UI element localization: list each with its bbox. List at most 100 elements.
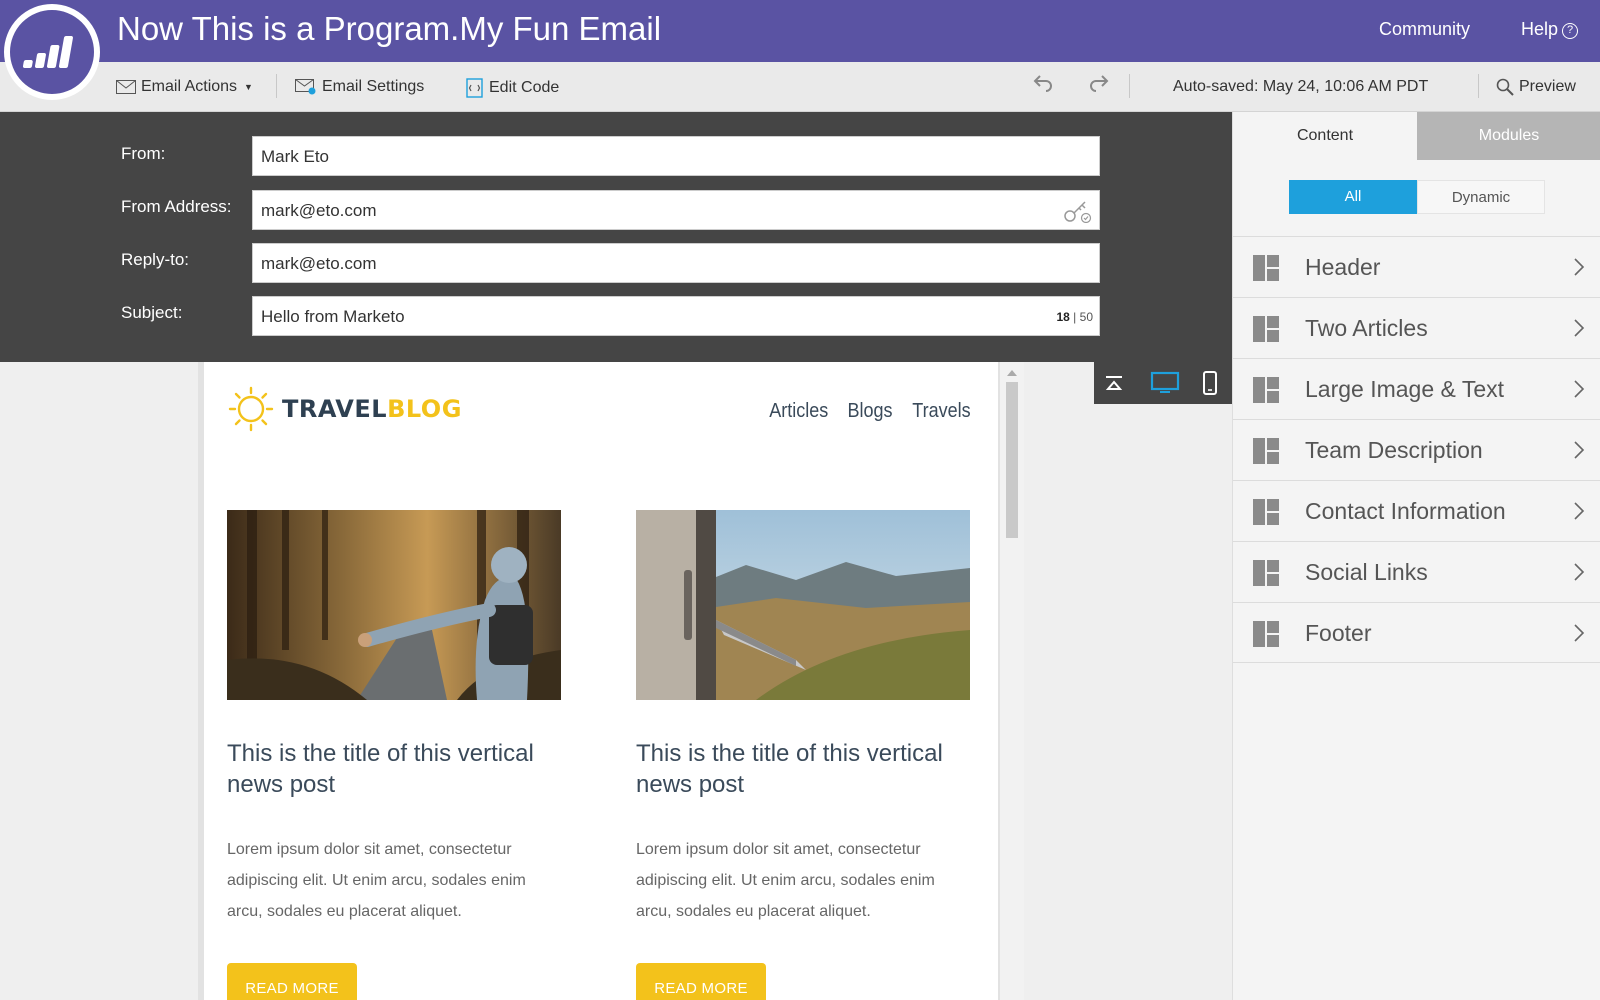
device-toggle-bar — [1094, 362, 1232, 404]
chevron-right-icon — [1574, 258, 1585, 276]
reply-to-field[interactable]: mark@eto.com — [252, 243, 1100, 283]
article-image-train[interactable] — [636, 510, 970, 700]
autosave-status: Auto-saved: May 24, 10:06 AM PDT — [1173, 78, 1429, 95]
preview-label: Preview — [1519, 78, 1576, 95]
toolbar-divider — [1129, 74, 1130, 98]
module-label: Contact Information — [1305, 498, 1506, 524]
brand-blog: BLOG — [387, 395, 462, 423]
edit-code-button[interactable]: Edit Code — [466, 78, 559, 98]
module-layout-icon — [1253, 438, 1279, 464]
chevron-right-icon — [1574, 624, 1585, 642]
module-label: Header — [1305, 254, 1381, 280]
module-layout-icon — [1253, 316, 1279, 342]
module-item-large-image-text[interactable]: Large Image & Text — [1233, 358, 1600, 419]
module-label: Footer — [1305, 620, 1372, 646]
module-item-footer[interactable]: Footer — [1233, 602, 1600, 663]
scroll-up-arrow-icon[interactable] — [1007, 370, 1017, 376]
app-header: Now This is a Program.My Fun Email Commu… — [0, 0, 1600, 62]
article-title: This is the title of this vertical news … — [227, 740, 534, 798]
module-item-header[interactable]: Header — [1233, 236, 1600, 297]
reply-to-value: mark@eto.com — [261, 254, 377, 273]
redo-icon[interactable] — [1086, 73, 1112, 99]
toolbar-divider — [276, 74, 277, 98]
chevron-right-icon — [1574, 441, 1585, 459]
read-more-button[interactable]: READ MORE — [227, 963, 357, 1000]
module-item-two-articles[interactable]: Two Articles — [1233, 297, 1600, 358]
caret-down-icon: ▼ — [244, 82, 253, 92]
from-field[interactable]: Mark Eto — [252, 136, 1100, 176]
article-card: This is the title of this vertical news … — [227, 510, 561, 1000]
reply-to-label: Reply-to: — [121, 250, 190, 269]
module-item-contact-information[interactable]: Contact Information — [1233, 480, 1600, 541]
subject-char-counter: 18 | 50 — [1056, 310, 1093, 324]
email-settings-button[interactable]: Email Settings — [295, 78, 424, 96]
subject-max: 50 — [1079, 310, 1093, 324]
email-preview-canvas[interactable]: TRAVELBLOG Articles Blogs Travels This i… — [198, 362, 1004, 1000]
page-title: Now This is a Program.My Fun Email — [117, 10, 662, 47]
module-layout-icon — [1253, 499, 1279, 525]
module-item-team-description[interactable]: Team Description — [1233, 419, 1600, 480]
module-layout-icon — [1253, 621, 1279, 647]
filter-dynamic-button[interactable]: Dynamic — [1417, 180, 1545, 214]
help-link[interactable]: Help? — [1521, 19, 1579, 40]
desktop-icon[interactable] — [1148, 370, 1182, 396]
community-link[interactable]: Community — [1379, 19, 1470, 40]
search-icon — [1496, 78, 1514, 96]
nav-articles[interactable]: Articles — [769, 400, 828, 423]
edit-code-label: Edit Code — [489, 79, 560, 96]
from-label: From: — [121, 144, 166, 163]
module-label: Social Links — [1305, 559, 1428, 585]
filter-all-button[interactable]: All — [1289, 180, 1417, 214]
from-value: Mark Eto — [261, 147, 330, 166]
envelope-icon — [116, 80, 136, 94]
scroll-thumb[interactable] — [1006, 382, 1018, 538]
collapse-top-icon[interactable] — [1100, 370, 1128, 396]
sun-icon — [228, 386, 274, 432]
email-actions-menu[interactable]: Email Actions ▼ — [116, 78, 253, 96]
article-body: Lorem ipsum dolor sit amet, consectetur … — [227, 841, 526, 920]
subject-label: Subject: — [121, 303, 183, 322]
undo-icon[interactable] — [1030, 73, 1056, 99]
preview-button[interactable]: Preview — [1496, 78, 1576, 96]
marketo-logo-icon[interactable] — [4, 4, 100, 100]
tab-modules[interactable]: Modules — [1417, 112, 1600, 160]
right-sidebar: Content Modules All Dynamic Header Two A… — [1232, 112, 1600, 1000]
module-item-social-links[interactable]: Social Links — [1233, 541, 1600, 602]
subject-value: Hello from Marketo — [261, 307, 405, 326]
article-title: This is the title of this vertical news … — [636, 740, 943, 798]
module-layout-icon — [1253, 560, 1279, 586]
module-label: Two Articles — [1305, 315, 1428, 341]
nav-travels[interactable]: Travels — [912, 400, 970, 423]
from-address-label: From Address: — [121, 197, 232, 216]
from-address-field[interactable]: mark@eto.com — [252, 190, 1100, 230]
envelope-gear-icon — [295, 79, 316, 95]
from-address-value: mark@eto.com — [261, 201, 377, 220]
email-nav: Articles Blogs Travels — [766, 400, 974, 423]
brand-name: TRAVELBLOG — [282, 395, 462, 423]
mobile-icon[interactable] — [1196, 370, 1224, 396]
subject-count: 18 — [1056, 310, 1070, 324]
subject-field[interactable]: Hello from Marketo 18 | 50 — [252, 296, 1100, 336]
email-settings-label: Email Settings — [322, 78, 425, 95]
article-card: This is the title of this vertical news … — [636, 510, 970, 1000]
chevron-right-icon — [1574, 380, 1585, 398]
article-body: Lorem ipsum dolor sit amet, consectetur … — [636, 841, 935, 920]
chevron-right-icon — [1574, 319, 1585, 337]
nav-blogs[interactable]: Blogs — [848, 400, 893, 423]
travelblog-logo: TRAVELBLOG — [228, 386, 462, 432]
article-image-hiker[interactable] — [227, 510, 561, 700]
canvas-scrollbar[interactable] — [1000, 362, 1024, 1000]
tab-content[interactable]: Content — [1233, 112, 1417, 160]
email-toolbar: Email Actions ▼ Email Settings Edit Code … — [0, 62, 1600, 112]
module-label: Team Description — [1305, 437, 1483, 463]
module-layout-icon — [1253, 377, 1279, 403]
help-label: Help — [1521, 19, 1559, 39]
key-icon[interactable] — [1063, 199, 1093, 223]
toolbar-divider — [1478, 74, 1479, 98]
module-layout-icon — [1253, 255, 1279, 281]
email-header-form: From: Mark Eto From Address: mark@eto.co… — [0, 112, 1232, 362]
help-circle-icon: ? — [1562, 23, 1579, 39]
chevron-right-icon — [1574, 502, 1585, 520]
read-more-button[interactable]: READ MORE — [636, 963, 766, 1000]
email-actions-label: Email Actions — [141, 78, 238, 95]
